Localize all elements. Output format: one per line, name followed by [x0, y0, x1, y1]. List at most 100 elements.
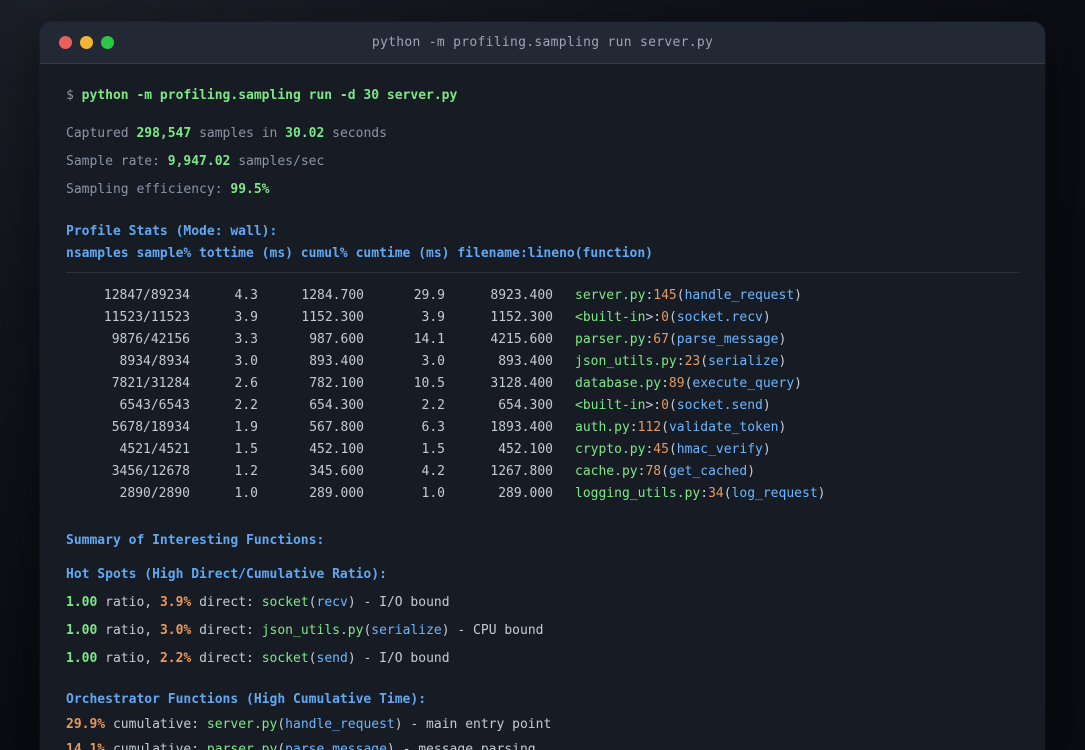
- file-ref-cell: parser.py:67(parse_message): [553, 329, 786, 351]
- ratio-label: ratio,: [97, 651, 160, 666]
- duration-value: 30.02: [285, 126, 325, 141]
- paren: (: [676, 288, 685, 303]
- line-number: 67: [653, 332, 669, 347]
- sample-pct-cell: 3.9: [234, 310, 258, 325]
- table-column-header: nsamples sample% tottime (ms) cumul% cum…: [66, 246, 653, 261]
- cumul-pct-cell: 1.5: [421, 442, 445, 457]
- sample-pct-cell: 1.9: [234, 420, 258, 435]
- filename: server.py: [575, 288, 646, 303]
- sample-pct-cell: 2.6: [234, 376, 258, 391]
- target-name: socket: [261, 651, 309, 666]
- efficiency-line: Sampling efficiency: 99.5%: [66, 179, 1019, 201]
- paren: ): [441, 623, 458, 638]
- table-divider: [66, 272, 1019, 273]
- table-row: 7821/31284 2.6 782.100 10.5 3128.400 database…: [66, 373, 1019, 395]
- cumtime-cell: 3128.400: [490, 376, 553, 391]
- samples-count: 298,547: [136, 126, 192, 141]
- hot-spot-item: 1.00 ratio, 3.9% direct: socket(recv) - …: [66, 592, 1019, 614]
- direct-label: direct:: [191, 623, 262, 638]
- hot-spots-list: 1.00 ratio, 3.9% direct: socket(recv) - …: [66, 592, 1019, 670]
- sample-pct-cell: 1.2: [234, 464, 258, 479]
- bound-note: - CPU bound: [457, 623, 544, 638]
- paren: ): [762, 398, 771, 413]
- separator: :: [700, 486, 709, 501]
- function-name: parse_message: [285, 742, 387, 750]
- nsamples-cell: 3456/12678: [111, 464, 190, 479]
- cumul-pct-cell: 3.0: [421, 354, 445, 369]
- paren: ): [347, 595, 364, 610]
- paren: ): [794, 288, 802, 303]
- table-row: 11523/11523 3.9 1152.300 3.9 1152.300 <built-…: [66, 307, 1019, 329]
- function-name: execute_query: [692, 376, 795, 391]
- nsamples-cell: 4521/4521: [119, 442, 190, 457]
- cumtime-cell: 1893.400: [490, 420, 553, 435]
- direct-label: direct:: [191, 595, 262, 610]
- line-number: 0: [661, 310, 669, 325]
- paren: (: [700, 354, 709, 369]
- role-note: - main entry point: [410, 717, 552, 732]
- cumul-pct-cell: 10.5: [413, 376, 445, 391]
- filename: logging_utils.py: [575, 486, 701, 501]
- paren: ): [347, 651, 364, 666]
- paren: ): [794, 376, 802, 391]
- terminal-output: $ python -m profiling.sampling run -d 30…: [40, 64, 1045, 750]
- orchestrator-item: 29.9% cumulative: server.py(handle_reque…: [66, 714, 1019, 736]
- line-number: 45: [653, 442, 669, 457]
- tottime-cell: 289.000: [309, 486, 364, 501]
- function-name: validate_token: [668, 420, 779, 435]
- sample-rate-unit: samples/sec: [230, 154, 325, 169]
- cumulative-pct-value: 14.1%: [66, 742, 106, 750]
- paren: (: [668, 310, 677, 325]
- target-name: server.py: [206, 717, 278, 732]
- sample-rate-line: Sample rate: 9,947.02 samples/sec: [66, 151, 1019, 173]
- file-ref-cell: crypto.py:45(hmac_verify): [553, 439, 771, 461]
- cumul-pct-cell: 1.0: [421, 486, 445, 501]
- paren: ): [778, 420, 787, 435]
- cumul-pct-cell: 2.2: [421, 398, 445, 413]
- command-line: $ python -m profiling.sampling run -d 30…: [66, 85, 1019, 107]
- cumtime-cell: 452.100: [498, 442, 553, 457]
- function-name: serialize: [371, 623, 442, 638]
- paren: (: [277, 717, 286, 732]
- paren: ): [394, 717, 411, 732]
- file-ref-cell: server.py:145(handle_request): [553, 285, 802, 307]
- cumtime-cell: 8923.400: [490, 288, 553, 303]
- separator: :: [653, 398, 662, 413]
- captured-mid-label: samples in: [191, 126, 286, 141]
- paren: (: [277, 742, 286, 750]
- paren: (: [668, 442, 677, 457]
- role-note: - message parsing: [402, 742, 536, 750]
- cumtime-cell: 1152.300: [490, 310, 553, 325]
- line-number: 112: [637, 420, 662, 435]
- hot-spot-item: 1.00 ratio, 3.0% direct: json_utils.py(s…: [66, 620, 1019, 642]
- cumul-pct-cell: 14.1: [413, 332, 445, 347]
- function-name: parse_message: [676, 332, 779, 347]
- prompt-symbol: $: [66, 88, 82, 103]
- line-number: 145: [653, 288, 677, 303]
- tottime-cell: 782.100: [309, 376, 364, 391]
- file-ref-cell: <built-in>:0(socket.send): [553, 395, 771, 417]
- direct-pct-value: 3.0%: [159, 623, 192, 638]
- cumtime-cell: 893.400: [498, 354, 553, 369]
- orchestrators-list: 29.9% cumulative: server.py(handle_reque…: [66, 714, 1019, 750]
- paren: ): [747, 464, 756, 479]
- cumtime-cell: 1267.800: [490, 464, 553, 479]
- table-row: 8934/8934 3.0 893.400 3.0 893.400 json_utils.…: [66, 351, 1019, 373]
- tottime-cell: 567.800: [309, 420, 364, 435]
- function-name: handle_request: [285, 717, 395, 732]
- captured-line: Captured 298,547 samples in 30.02 second…: [66, 123, 1019, 145]
- profile-table-body: 12847/89234 4.3 1284.700 29.9 8923.400 server…: [66, 285, 1019, 505]
- filename: <built-in: [575, 310, 646, 325]
- paren: (: [308, 651, 317, 666]
- sample-pct-cell: 1.0: [234, 486, 258, 501]
- cumul-pct-cell: 4.2: [421, 464, 445, 479]
- file-ref-cell: logging_utils.py:34(log_request): [553, 483, 825, 505]
- nsamples-cell: 9876/42156: [111, 332, 190, 347]
- sample-pct-cell: 2.2: [234, 398, 258, 413]
- orchestrators-heading: Orchestrator Functions (High Cumulative …: [66, 692, 427, 707]
- ratio-label: ratio,: [97, 623, 160, 638]
- direct-pct-value: 3.9%: [159, 595, 192, 610]
- function-name: socket.recv: [676, 310, 763, 325]
- separator: :: [653, 310, 662, 325]
- function-name: recv: [316, 595, 348, 610]
